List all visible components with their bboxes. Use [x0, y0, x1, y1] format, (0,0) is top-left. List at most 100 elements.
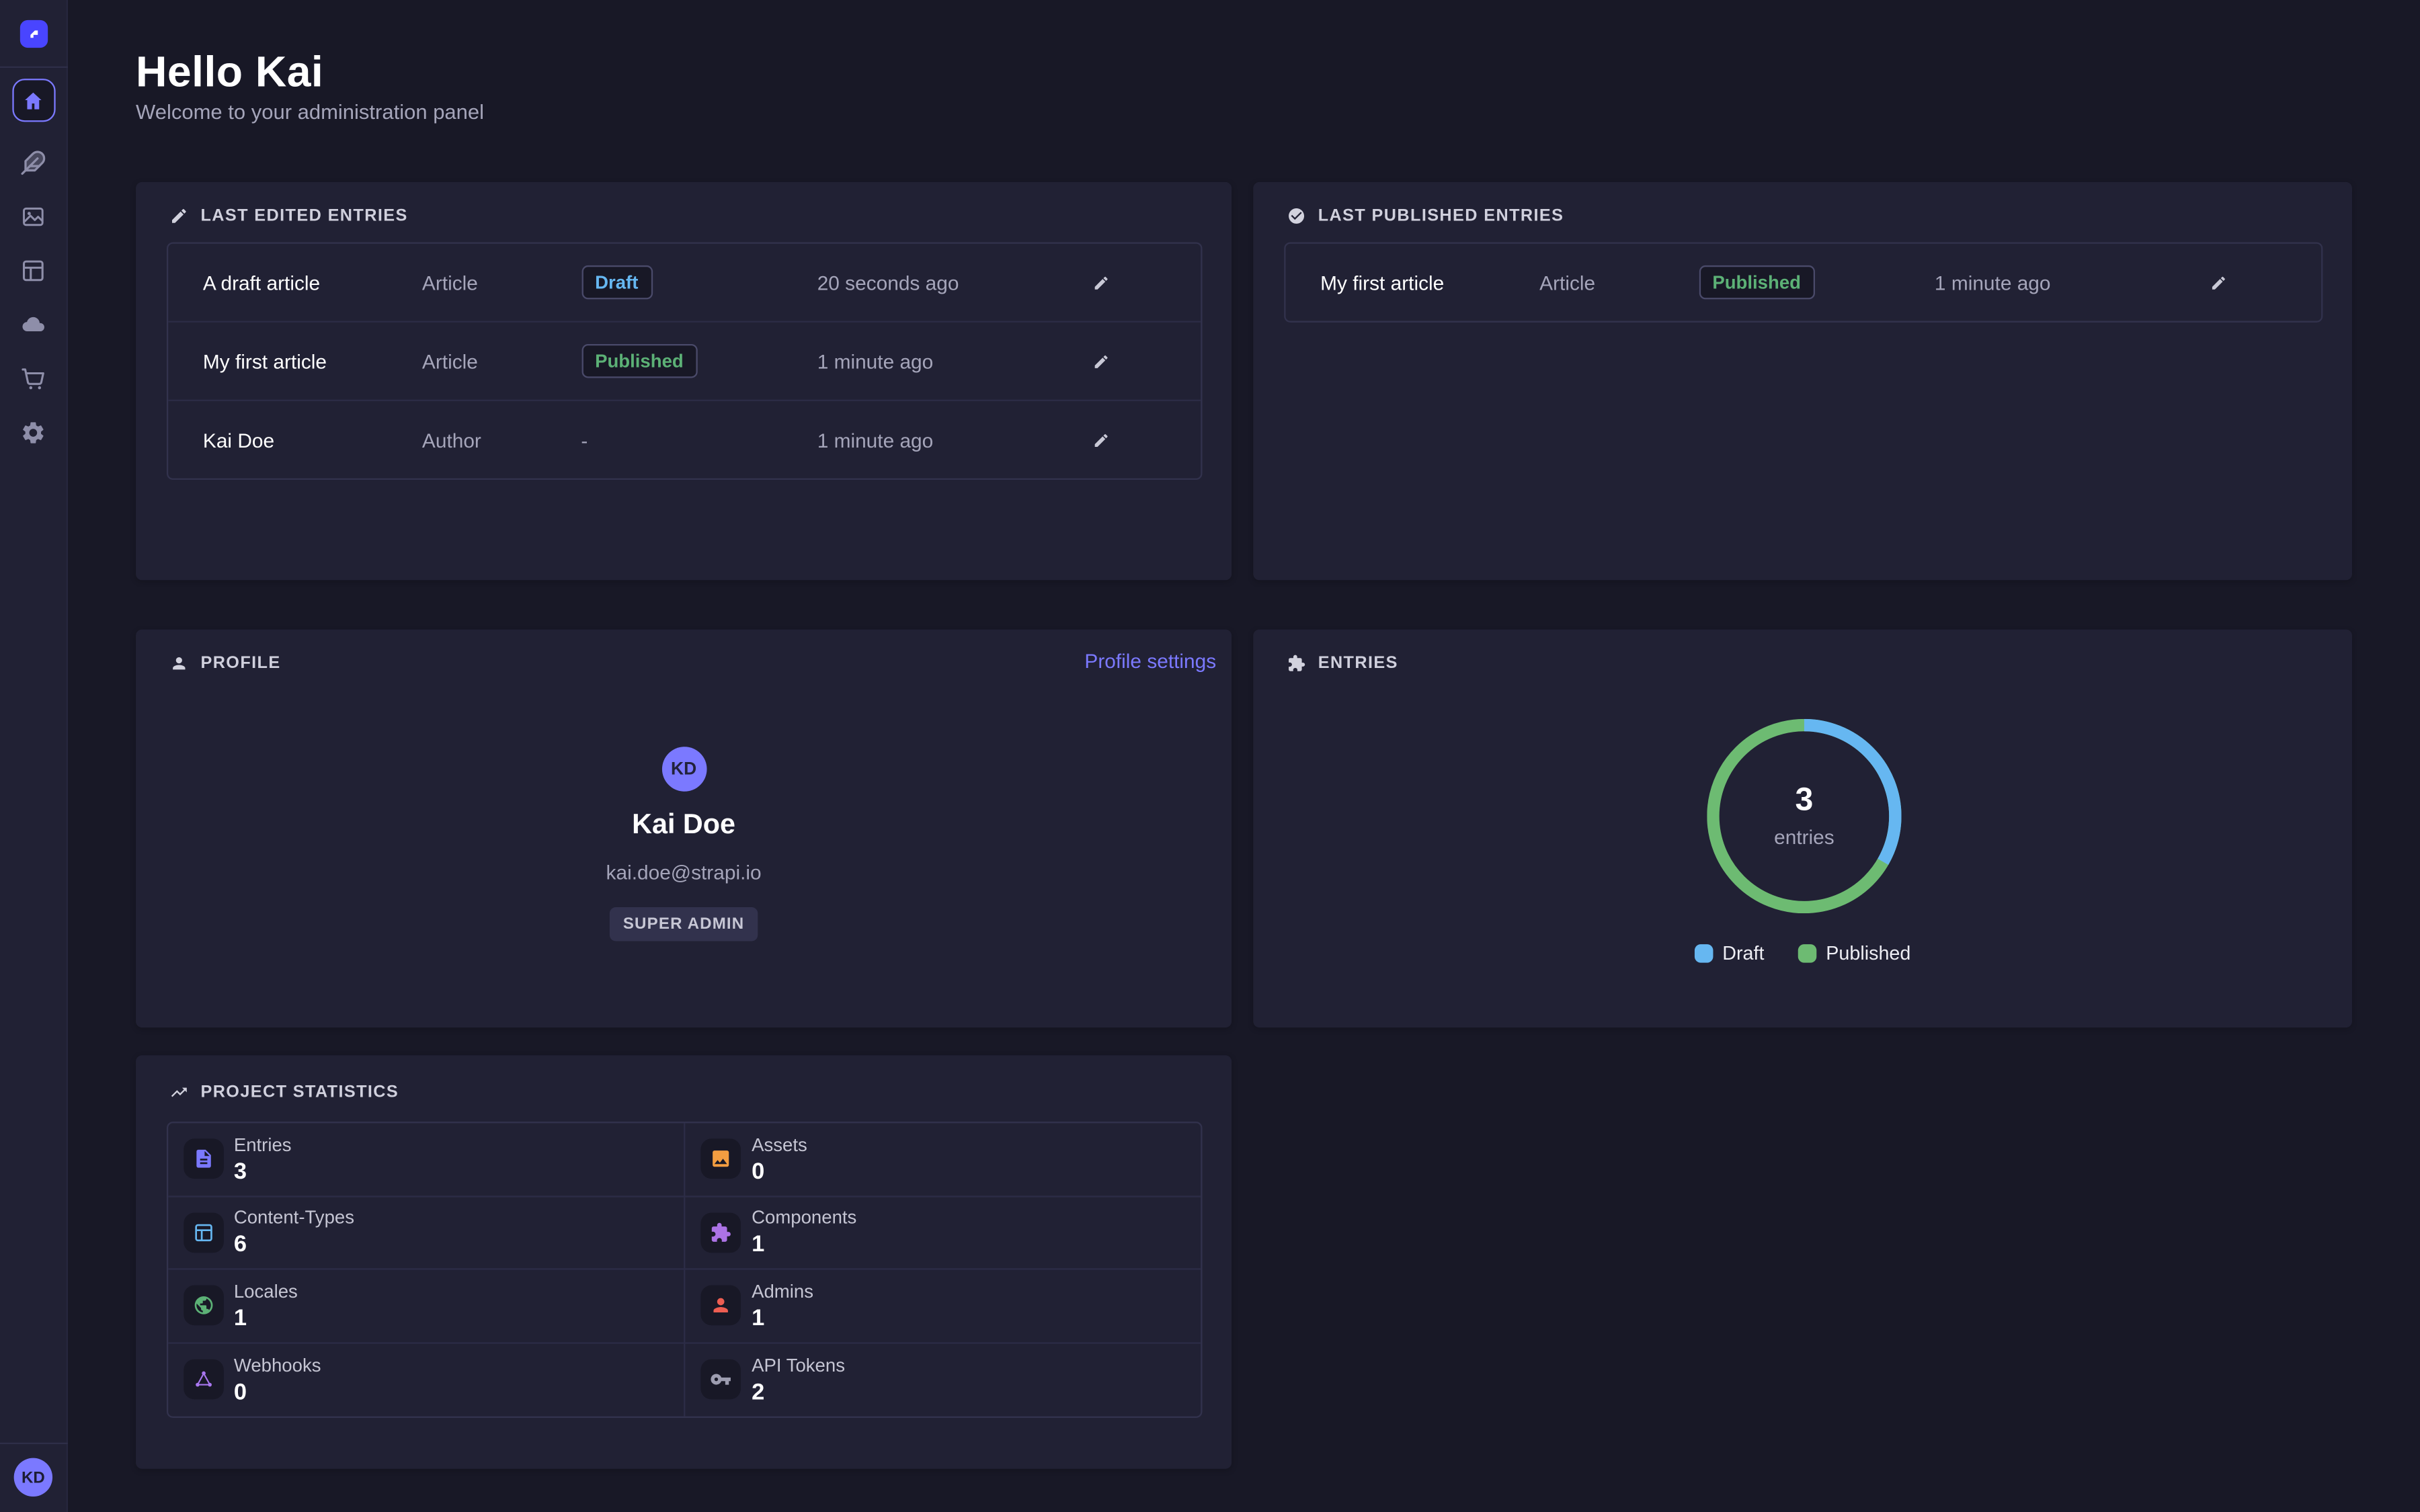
edit-entry-button[interactable]	[1083, 264, 1120, 301]
check-circle-icon	[1287, 207, 1306, 226]
pencil-icon	[1083, 431, 1120, 448]
last-edited-entries-card: LAST EDITED ENTRIES A draft article Arti…	[136, 182, 1232, 580]
edit-entry-button[interactable]	[2200, 264, 2237, 301]
published-color-chip	[1798, 944, 1817, 963]
entry-time: 1 minute ago	[817, 428, 1083, 451]
sidebar-divider	[0, 1443, 67, 1444]
last-published-entries-card: LAST PUBLISHED ENTRIES My first article …	[1253, 182, 2352, 580]
entry-time: 1 minute ago	[817, 349, 1083, 372]
entry-name: My first article	[203, 349, 422, 372]
table-row: My first article Article Published 1 min…	[167, 323, 1200, 401]
entry-name: My first article	[1320, 271, 1539, 294]
table-row: A draft article Article Draft 20 seconds…	[167, 244, 1200, 323]
globe-icon	[183, 1286, 223, 1326]
stat-entries: Entries 3	[167, 1123, 684, 1196]
sidebar: KD	[0, 0, 68, 1512]
feather-icon	[19, 150, 47, 176]
table-row: Kai Doe Author - 1 minute ago	[167, 401, 1200, 478]
entries-donut-chart: 3 entries	[1707, 719, 1901, 913]
entry-name: Kai Doe	[203, 428, 422, 451]
entries-total-label: entries	[1774, 825, 1834, 848]
stat-locales: Locales 1	[167, 1270, 684, 1343]
stat-webhooks: Webhooks 0	[167, 1343, 684, 1417]
stat-admins: Admins 1	[684, 1270, 1200, 1343]
pencil-icon	[2200, 274, 2237, 291]
puzzle-icon	[700, 1212, 741, 1253]
layout-icon	[183, 1212, 223, 1253]
entry-type: Article	[422, 271, 581, 294]
pencil-icon	[1083, 353, 1120, 370]
sidebar-nav	[0, 68, 67, 446]
sidebar-item-home[interactable]	[11, 79, 54, 122]
stat-components: Components 1	[684, 1196, 1200, 1269]
cloud-icon	[19, 312, 47, 338]
status-empty: -	[581, 428, 817, 451]
sidebar-item-media-library[interactable]	[19, 204, 47, 230]
card-title: ENTRIES	[1318, 654, 1398, 673]
profile-email: kai.doe@strapi.io	[606, 861, 762, 884]
entry-time: 20 seconds ago	[817, 271, 1083, 294]
page-subtitle: Welcome to your administration panel	[136, 100, 484, 123]
card-header: ENTRIES	[1253, 630, 2352, 677]
card-title: PROJECT STATISTICS	[200, 1083, 399, 1102]
draft-color-chip	[1695, 944, 1713, 963]
avatar: KD	[661, 747, 707, 792]
legend-item-draft: Draft	[1695, 943, 1765, 964]
puzzle-icon	[1287, 654, 1306, 673]
stat-api-tokens: API Tokens 2	[684, 1343, 1200, 1417]
sidebar-item-marketplace[interactable]	[19, 366, 47, 392]
sidebar-item-settings[interactable]	[19, 419, 47, 446]
entry-time: 1 minute ago	[1935, 271, 2200, 294]
project-statistics-card: PROJECT STATISTICS Entries 3 Assets 0	[136, 1055, 1232, 1468]
entry-type: Article	[422, 349, 581, 372]
document-icon	[183, 1139, 223, 1179]
entry-type: Article	[1539, 271, 1698, 294]
key-icon	[700, 1359, 741, 1400]
sidebar-item-content-type-builder[interactable]	[19, 257, 47, 284]
profile-settings-link[interactable]: Profile settings	[1084, 650, 1216, 673]
donut-center: 3 entries	[1707, 719, 1901, 913]
sidebar-item-deploy[interactable]	[19, 312, 47, 338]
sidebar-item-content-manager[interactable]	[19, 150, 47, 176]
profile-body: KD Kai Doe kai.doe@strapi.io SUPER ADMIN	[136, 677, 1232, 941]
card-header: LAST EDITED ENTRIES	[136, 182, 1232, 230]
table-row: My first article Article Published 1 min…	[1285, 244, 2321, 321]
entries-total: 3	[1796, 784, 1814, 816]
stat-content-types: Content-Types 6	[167, 1196, 684, 1269]
user-avatar[interactable]: KD	[14, 1458, 52, 1497]
card-title: PROFILE	[200, 654, 280, 673]
status-badge: Published	[581, 344, 697, 378]
card-title: LAST PUBLISHED ENTRIES	[1318, 207, 1564, 226]
cart-icon	[19, 366, 47, 392]
card-header: LAST PUBLISHED ENTRIES	[1253, 182, 2352, 230]
status-badge: Draft	[581, 265, 652, 300]
user-icon	[700, 1286, 741, 1326]
trending-up-icon	[170, 1083, 189, 1102]
entry-name: A draft article	[203, 271, 422, 294]
strapi-admin-dashboard: KD Hello Kai Welcome to your administrat…	[0, 0, 2420, 1512]
chart-legend: Draft Published	[1253, 943, 2352, 964]
pencil-icon	[170, 207, 189, 226]
webhook-icon	[183, 1359, 223, 1400]
pencil-icon	[1083, 274, 1120, 291]
profile-name: Kai Doe	[632, 808, 735, 841]
gear-icon	[19, 419, 47, 446]
profile-card: PROFILE Profile settings KD Kai Doe kai.…	[136, 630, 1232, 1027]
card-header: PROJECT STATISTICS	[136, 1055, 1232, 1106]
picture-icon	[700, 1139, 741, 1179]
stat-assets: Assets 0	[684, 1123, 1200, 1196]
last-edited-table: A draft article Article Draft 20 seconds…	[166, 242, 1202, 480]
legend-item-published: Published	[1798, 943, 1910, 964]
status-badge: Published	[1699, 265, 1815, 300]
home-icon	[22, 89, 44, 112]
edit-entry-button[interactable]	[1083, 421, 1120, 458]
edit-entry-button[interactable]	[1083, 343, 1120, 380]
user-icon	[170, 654, 189, 673]
card-header: PROFILE	[136, 630, 1232, 677]
role-badge: SUPER ADMIN	[609, 907, 758, 941]
card-title: LAST EDITED ENTRIES	[200, 207, 407, 226]
entries-chart-card: ENTRIES 3 entries Draft Published	[1253, 630, 2352, 1027]
layout-icon	[19, 257, 47, 284]
sidebar-footer: KD	[0, 1443, 67, 1512]
media-library-icon	[19, 204, 47, 230]
